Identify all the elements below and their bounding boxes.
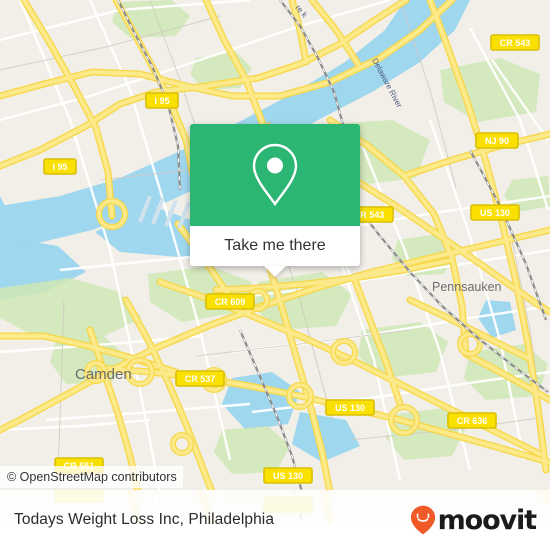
svg-text:CR 537: CR 537 <box>185 374 216 384</box>
highway-shield: CR 537 <box>175 370 225 387</box>
highway-shield: CR 543 <box>490 34 540 51</box>
map-attribution[interactable]: © OpenStreetMap contributors <box>0 466 183 488</box>
take-me-there-label: Take me there <box>224 237 326 254</box>
highway-shield: NJ 90 <box>475 132 519 149</box>
svg-text:US 130: US 130 <box>273 471 303 481</box>
card-pointer-tail <box>264 266 286 277</box>
attribution-text: © OpenStreetMap contributors <box>7 470 177 484</box>
moovit-wordmark: moovit <box>437 504 538 536</box>
svg-text:CR 636: CR 636 <box>457 416 488 426</box>
place-label: Pennsauken <box>432 280 502 294</box>
highway-shield: US 130 <box>263 467 313 484</box>
card-header <box>190 124 360 226</box>
moovit-place-screenshot: Delaware River re k Camden Pennsauken I 95 I … <box>0 0 550 550</box>
svg-text:CR 609: CR 609 <box>215 297 246 307</box>
card-action-bar[interactable]: Take me there <box>190 226 360 277</box>
svg-text:CR 543: CR 543 <box>500 38 531 48</box>
highway-shield: CR 609 <box>205 293 255 310</box>
highway-shield: I 95 <box>145 92 179 109</box>
footer-bar: Todays Weight Loss Inc, Philadelphia moo… <box>0 490 550 550</box>
highway-shield: US 130 <box>325 399 375 416</box>
svg-text:US 130: US 130 <box>335 403 365 413</box>
svg-text:I 95: I 95 <box>154 96 169 106</box>
highway-shield: CR 636 <box>447 412 497 429</box>
highway-shield: US 130 <box>470 204 520 221</box>
moovit-logo[interactable]: moovit <box>410 504 538 536</box>
svg-text:NJ 90: NJ 90 <box>485 136 509 146</box>
svg-text:US 130: US 130 <box>480 208 510 218</box>
highway-shield: I 95 <box>43 158 77 175</box>
moovit-pin-icon <box>410 505 435 535</box>
map-pin-icon <box>252 143 298 207</box>
place-label: Camden <box>75 366 132 383</box>
svg-text:I 95: I 95 <box>52 162 67 172</box>
take-me-there-card[interactable]: Take me there <box>190 124 360 277</box>
place-title: Todays Weight Loss Inc, Philadelphia <box>14 511 275 528</box>
